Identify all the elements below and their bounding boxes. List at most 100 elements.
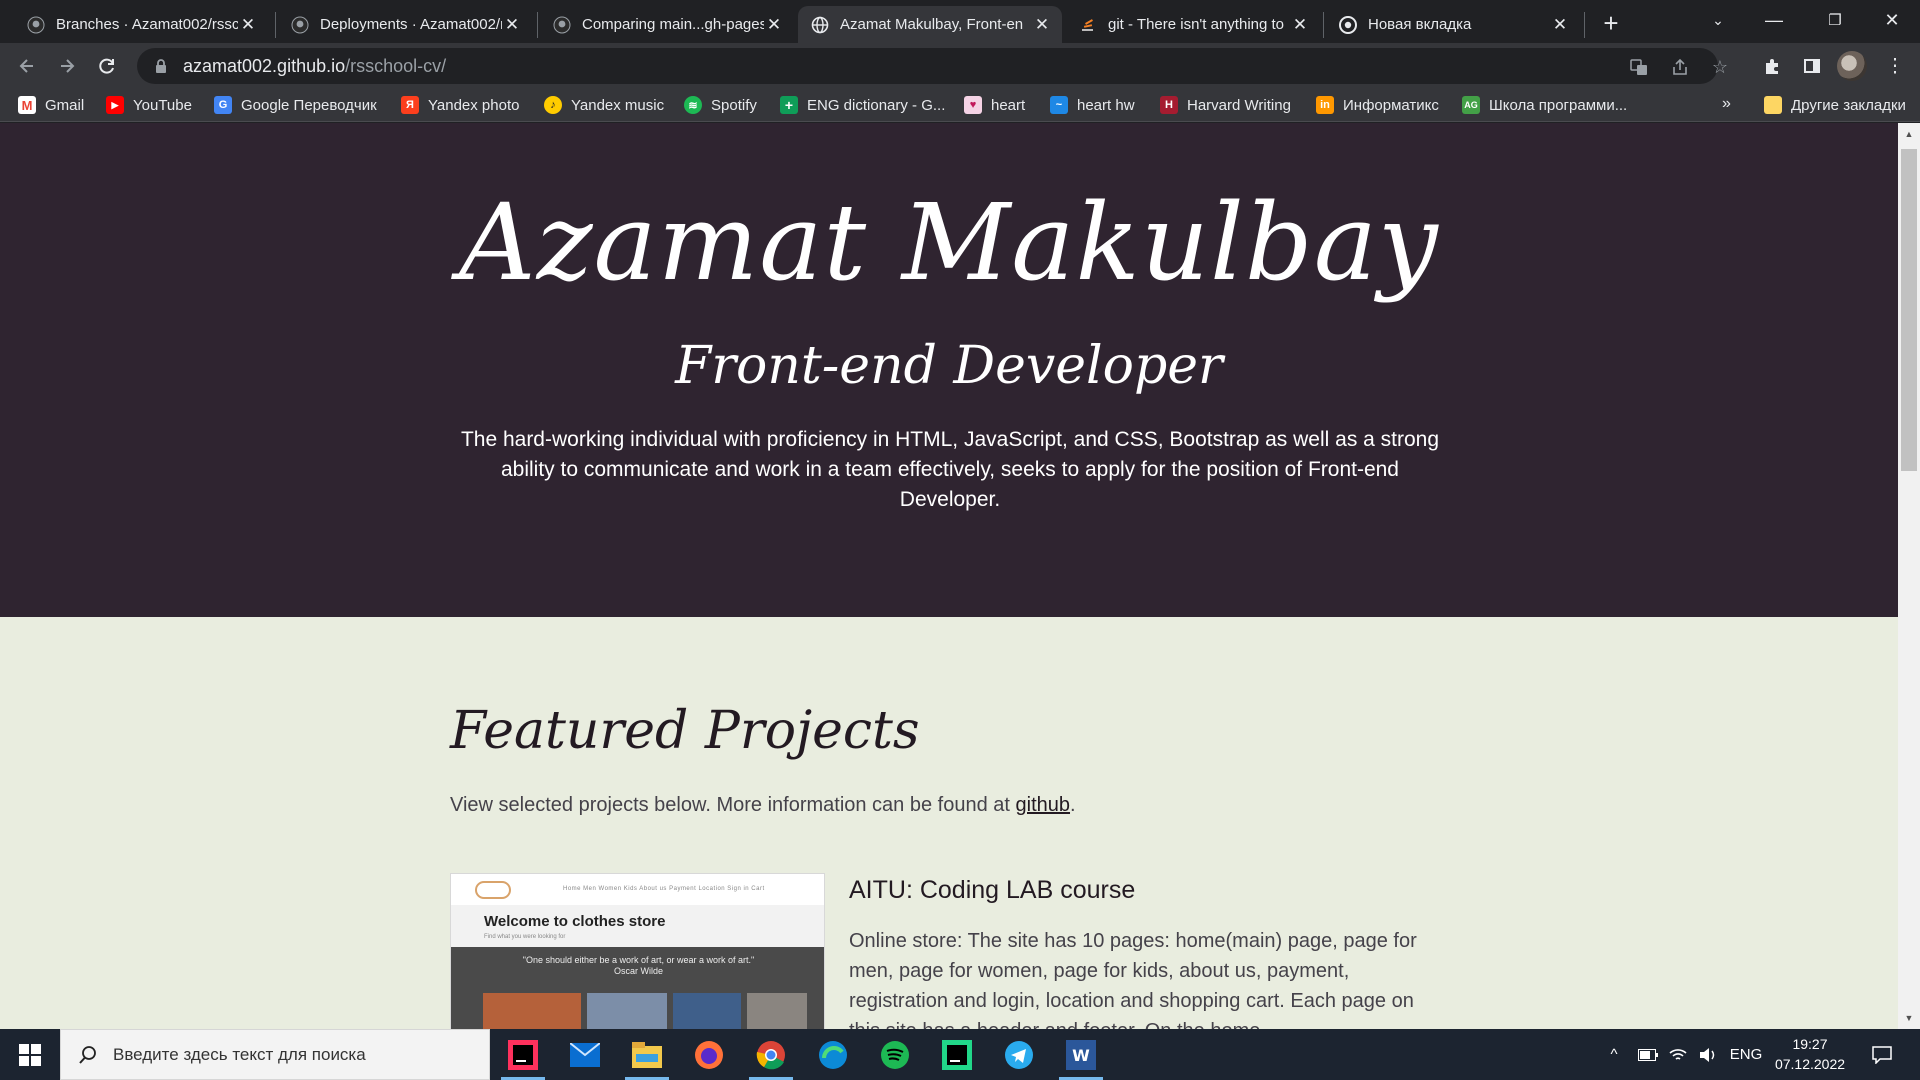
forward-button[interactable] [50, 49, 84, 83]
tab-azamat-cv[interactable]: Azamat Makulbay, Front-en ✕ [798, 6, 1062, 43]
scroll-down-icon[interactable]: ▼ [1902, 1011, 1916, 1025]
bookmark-heart[interactable]: ♥ heart [964, 94, 1025, 116]
chrome-icon[interactable] [742, 1029, 800, 1080]
side-panel-icon[interactable] [1797, 51, 1827, 81]
tab-comparing[interactable]: Comparing main...gh-pages ✕ [540, 6, 794, 43]
file-explorer-icon[interactable] [618, 1029, 676, 1080]
bookmark-heart-hw[interactable]: ~ heart hw [1050, 94, 1135, 116]
tab-deployments[interactable]: Deployments · Azamat002/r ✕ [278, 6, 532, 43]
pycharm-icon[interactable] [928, 1029, 986, 1080]
bookmark-school[interactable]: AG Школа программи... [1462, 94, 1627, 116]
thumbnail-photo [587, 993, 667, 1032]
tab-strip: Branches · Azamat002/rssch ✕ Deployments… [0, 0, 1920, 43]
bookmark-spotify[interactable]: ≋ Spotify [684, 94, 757, 116]
profile-avatar[interactable] [1837, 51, 1867, 81]
translate-icon[interactable] [1629, 57, 1649, 77]
close-icon[interactable]: ✕ [1290, 15, 1310, 35]
folder-icon [1764, 96, 1782, 114]
notifications-icon[interactable] [1862, 1029, 1902, 1080]
bookmark-label: Yandex music [571, 96, 665, 114]
tab-separator [1584, 12, 1585, 38]
tab-new-tab[interactable]: Новая вкладка ✕ [1326, 6, 1580, 43]
bookmark-informatics[interactable]: in Информатикс [1316, 94, 1439, 116]
url-path: /rsschool-cv/ [345, 55, 447, 76]
close-icon[interactable]: ✕ [1550, 15, 1570, 35]
tab-title: Azamat Makulbay, Front-en [840, 16, 1024, 33]
quote-text: "One should either be a work of art, or … [522, 955, 755, 965]
reload-button[interactable] [90, 49, 124, 83]
menu-kebab-icon[interactable]: ⋮ [1880, 51, 1910, 81]
project-title[interactable]: AITU: Coding LAB course [849, 876, 1135, 905]
share-icon[interactable] [1670, 57, 1690, 77]
clock[interactable]: 19:27 07.12.2022 [1767, 1034, 1853, 1074]
minimize-button[interactable]: — [1746, 0, 1802, 40]
spotify-icon: ≋ [684, 96, 702, 114]
close-icon[interactable]: ✕ [764, 15, 784, 35]
tray-overflow-icon[interactable]: ^ [1602, 1029, 1626, 1080]
scrollbar-thumb[interactable] [1901, 149, 1917, 471]
thumbnail-navbar: Home Men Women Kids About us Payment Loc… [451, 874, 824, 905]
bookmark-label: Harvard Writing [1187, 96, 1291, 114]
bookmark-gmail[interactable]: M Gmail [18, 94, 84, 116]
word-icon[interactable]: W [1052, 1029, 1110, 1080]
close-icon[interactable]: ✕ [502, 15, 522, 35]
bookmark-label: Информатикс [1343, 96, 1439, 114]
sheets-plus-icon: + [780, 96, 798, 114]
close-icon[interactable]: ✕ [1032, 15, 1052, 35]
address-bar[interactable]: azamat002.github.io/rsschool-cv/ ☆ [137, 48, 1728, 84]
url-text[interactable]: azamat002.github.io/rsschool-cv/ [183, 56, 446, 77]
bookmark-label: Gmail [45, 96, 85, 114]
intellij-icon[interactable] [494, 1029, 552, 1080]
bookmark-label: heart hw [1077, 96, 1135, 114]
restore-button[interactable]: ❐ [1807, 0, 1863, 40]
start-button[interactable] [0, 1029, 60, 1080]
taskbar-search[interactable]: Введите здесь текст для поиска [60, 1029, 490, 1080]
extensions-icon[interactable] [1757, 51, 1787, 81]
firefox-icon[interactable] [680, 1029, 738, 1080]
gmail-icon: M [18, 96, 36, 114]
wifi-icon[interactable] [1664, 1029, 1692, 1080]
back-button[interactable] [10, 49, 44, 83]
project-thumbnail[interactable]: Home Men Women Kids About us Payment Loc… [450, 873, 825, 1033]
volume-icon[interactable] [1694, 1029, 1722, 1080]
star-icon[interactable]: ☆ [1710, 57, 1730, 77]
language-indicator[interactable]: ENG [1728, 1029, 1764, 1080]
page-scrollbar[interactable]: ▲ ▼ [1898, 123, 1920, 1029]
thumbnail-subheading: Find what you were looking for [484, 934, 566, 940]
clock-time: 19:27 [1792, 1036, 1828, 1052]
new-tab-button[interactable]: + [1596, 8, 1626, 38]
mail-icon[interactable] [556, 1029, 614, 1080]
edge-icon[interactable] [804, 1029, 862, 1080]
svg-text:W: W [1072, 1046, 1090, 1065]
bookmark-youtube[interactable]: ▶ YouTube [106, 94, 192, 116]
page-title: Azamat Makulbay [459, 181, 1439, 304]
lock-icon[interactable] [153, 58, 169, 74]
bookmark-google-translate[interactable]: G Google Переводчик [214, 94, 377, 116]
spotify-icon[interactable] [866, 1029, 924, 1080]
browser-toolbar: azamat002.github.io/rsschool-cv/ ☆ ⋮ [0, 43, 1920, 88]
thumbnail-photo [483, 993, 581, 1032]
battery-icon[interactable] [1634, 1029, 1662, 1080]
tab-search-icon[interactable]: ⌄ [1690, 0, 1746, 40]
chrome-icon [1338, 15, 1358, 35]
bookmarks-overflow-button[interactable]: » [1722, 95, 1731, 113]
other-bookmarks[interactable]: Другие закладки [1764, 94, 1906, 116]
tab-git-question[interactable]: git - There isn't anything to ✕ [1066, 6, 1320, 43]
bookmark-label: Spotify [711, 96, 757, 114]
close-icon[interactable]: ✕ [238, 15, 258, 35]
bookmark-harvard-writing[interactable]: H Harvard Writing [1160, 94, 1291, 116]
tab-branches[interactable]: Branches · Azamat002/rssch ✕ [14, 6, 268, 43]
telegram-icon[interactable] [990, 1029, 1048, 1080]
close-window-button[interactable]: ✕ [1864, 0, 1920, 40]
bookmark-yandex-photo[interactable]: Я Yandex photo [401, 94, 519, 116]
intro-end: . [1070, 794, 1076, 816]
heart-hw-icon: ~ [1050, 96, 1068, 114]
github-link[interactable]: github [1016, 794, 1071, 816]
tab-separator [537, 12, 538, 38]
bookmark-yandex-music[interactable]: ♪ Yandex music [544, 94, 664, 116]
school-icon: AG [1462, 96, 1480, 114]
bookmark-eng-dictionary[interactable]: + ENG dictionary - G... [780, 94, 945, 116]
scroll-up-icon[interactable]: ▲ [1902, 127, 1916, 141]
bookmarks-bar: M Gmail ▶ YouTube G Google Переводчик Я Yand… [0, 88, 1920, 122]
thumbnail-banner: "One should either be a work of art, or … [451, 947, 824, 1032]
